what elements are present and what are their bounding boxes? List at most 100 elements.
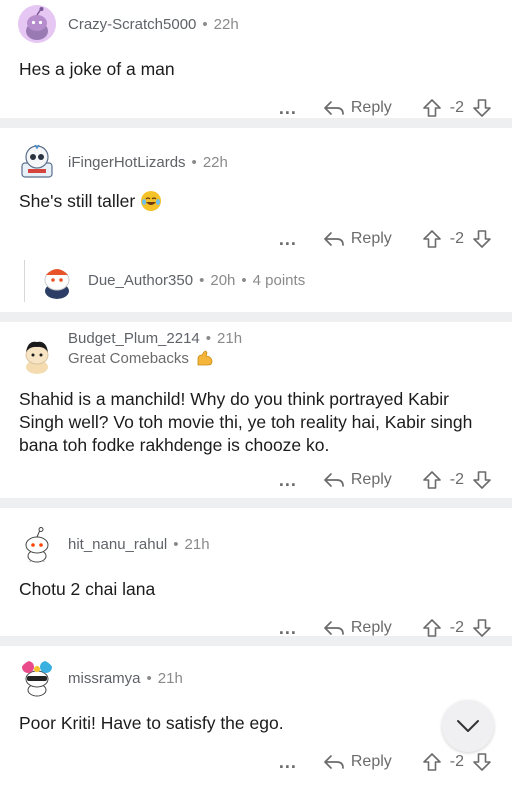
comment-actions: ... Reply -2 — [0, 739, 512, 785]
snoo-avatar-icon — [18, 5, 56, 43]
score: -2 — [449, 471, 464, 488]
timestamp: 21h — [217, 330, 243, 347]
separator-dot: • — [205, 330, 212, 347]
reply-arrow-icon — [324, 232, 344, 246]
flair-text: Great Comebacks — [68, 349, 189, 367]
points: 4 points — [252, 271, 306, 289]
comment-actions: ... Reply -2 — [0, 605, 512, 651]
avatar[interactable] — [18, 525, 56, 563]
reply-arrow-icon — [324, 473, 344, 487]
snoo-avatar-icon — [25, 341, 49, 374]
more-options-button[interactable]: ... — [279, 98, 297, 119]
vote-controls: -2 — [422, 752, 492, 772]
flexed-biceps-icon — [197, 350, 213, 366]
score: -2 — [449, 753, 464, 770]
avatar[interactable] — [38, 261, 76, 299]
collapsed-reply[interactable]: Due_Author350 • 20h • 4 points — [0, 250, 512, 312]
vote-controls: -2 — [422, 98, 492, 118]
reply-label: Reply — [350, 230, 392, 247]
timestamp: 21h — [157, 669, 183, 687]
timestamp: 22h — [202, 153, 228, 171]
snoo-avatar-icon — [44, 269, 70, 299]
vote-controls: -2 — [422, 229, 492, 249]
timestamp: 22h — [213, 15, 239, 33]
comment: missramya • 21h Poor Kriti! Have to sati… — [0, 646, 512, 776]
upvote-arrow-icon[interactable] — [422, 752, 442, 772]
avatar[interactable] — [18, 659, 56, 697]
reply-button[interactable]: Reply — [323, 99, 392, 117]
upvote-arrow-icon[interactable] — [422, 229, 442, 249]
username[interactable]: missramya — [68, 670, 141, 687]
separator-dot: • — [199, 271, 205, 289]
separator-dot: • — [146, 669, 152, 687]
downvote-arrow-icon[interactable] — [472, 470, 492, 490]
thread-line — [24, 260, 25, 302]
reply-label: Reply — [350, 753, 392, 770]
score: -2 — [449, 619, 464, 636]
downvote-arrow-icon[interactable] — [472, 618, 492, 638]
comment-actions: ... Reply -2 — [0, 457, 512, 503]
username[interactable]: Crazy-Scratch5000 — [68, 16, 196, 33]
comment: iFingerHotLizards • 22h She's still tall… — [0, 128, 512, 250]
comment-body: Chotu 2 chai lana — [19, 579, 156, 599]
score: -2 — [449, 230, 464, 247]
reply-label: Reply — [350, 471, 392, 488]
separator-dot: • — [173, 535, 179, 553]
comment: Budget_Plum_2214 • 21h Great Comebacks S… — [0, 322, 512, 498]
comment-body: She's still taller — [0, 190, 512, 212]
more-options-button[interactable]: ... — [279, 752, 297, 773]
reply-button[interactable]: Reply — [323, 753, 392, 771]
comment-header: missramya • 21h — [0, 646, 512, 700]
snoo-avatar-icon — [22, 661, 52, 697]
separator-dot: • — [202, 15, 208, 33]
comment-header: hit_nanu_rahul • 21h — [0, 508, 512, 566]
upvote-arrow-icon[interactable] — [422, 470, 442, 490]
comment-divider — [0, 312, 512, 322]
upvote-arrow-icon[interactable] — [422, 618, 442, 638]
snoo-avatar-icon — [25, 527, 49, 563]
downvote-arrow-icon[interactable] — [472, 752, 492, 772]
upvote-arrow-icon[interactable] — [422, 98, 442, 118]
downvote-arrow-icon[interactable] — [472, 98, 492, 118]
downvote-arrow-icon[interactable] — [472, 229, 492, 249]
more-options-button[interactable]: ... — [279, 470, 297, 491]
robot-avatar-icon — [21, 144, 53, 178]
comment: Crazy-Scratch5000 • 22h Hes a joke of a … — [0, 0, 512, 118]
comment-body: Hes a joke of a man — [19, 59, 175, 79]
collapse-thread-button[interactable] — [442, 700, 494, 752]
reply-arrow-icon — [324, 621, 344, 635]
avatar[interactable] — [18, 5, 56, 43]
comment-text: She's still taller — [19, 191, 136, 211]
chevron-down-icon — [457, 720, 479, 732]
timestamp: 20h — [210, 271, 236, 289]
username[interactable]: iFingerHotLizards — [68, 154, 186, 171]
avatar[interactable] — [18, 336, 56, 374]
reply-arrow-icon — [324, 101, 344, 115]
comment-header: iFingerHotLizards • 22h — [0, 128, 512, 184]
comment-header: Crazy-Scratch5000 • 22h — [0, 0, 512, 46]
more-options-button[interactable]: ... — [279, 618, 297, 639]
vote-controls: -2 — [422, 470, 492, 490]
reply-label: Reply — [350, 619, 392, 636]
comment-header: Budget_Plum_2214 • 21h Great Comebacks — [0, 322, 512, 380]
vote-controls: -2 — [422, 618, 492, 638]
reply-arrow-icon — [324, 755, 344, 769]
avatar[interactable] — [18, 143, 56, 181]
username[interactable]: hit_nanu_rahul — [68, 536, 167, 553]
comment-body: Poor Kriti! Have to satisfy the ego. — [19, 713, 284, 733]
score: -2 — [449, 99, 464, 116]
username[interactable]: Due_Author350 — [88, 272, 193, 289]
comment-body: Shahid is a manchild! Why do you think p… — [19, 389, 473, 455]
comment-header: Due_Author350 • 20h • 4 points — [0, 250, 512, 302]
username[interactable]: Budget_Plum_2214 — [68, 330, 200, 347]
timestamp: 21h — [184, 535, 210, 553]
comment: hit_nanu_rahul • 21h Chotu 2 chai lana .… — [0, 508, 512, 638]
reply-button[interactable]: Reply — [323, 619, 392, 637]
comment-actions: ... Reply -2 — [0, 85, 512, 131]
separator-dot: • — [241, 271, 247, 289]
reply-button[interactable]: Reply — [323, 230, 392, 248]
reply-label: Reply — [350, 99, 392, 116]
reply-button[interactable]: Reply — [323, 471, 392, 489]
laughing-tears-emoji-icon — [141, 191, 162, 211]
more-options-button[interactable]: ... — [279, 229, 297, 250]
